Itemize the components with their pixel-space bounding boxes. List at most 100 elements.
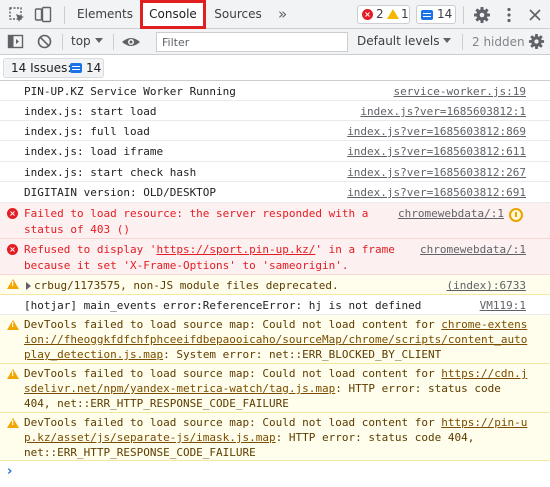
settings-gear-icon[interactable]	[473, 6, 491, 24]
message-text-part: DevTools failed to load source map: Coul…	[24, 416, 442, 429]
console-warning: DevTools failed to load source map: Coul…	[0, 364, 550, 413]
message-source-link[interactable]: VM119:1	[480, 298, 526, 314]
message-text: [hotjar] main_events error:ReferenceErro…	[24, 299, 422, 312]
message-url-link[interactable]: chrome-extens	[441, 318, 527, 331]
issues-message-icon	[70, 63, 82, 73]
prompt-chevron-icon[interactable]: ›	[7, 464, 12, 479]
toolbar-divider	[64, 6, 65, 24]
message-source-link[interactable]: chromewebdata/:1	[398, 206, 504, 222]
devtools-tab-bar: Elements Console Sources » × 2 1 14	[0, 0, 550, 29]
kebab-menu-icon[interactable]	[500, 6, 518, 24]
issues-counter[interactable]: 14	[416, 5, 456, 24]
issues-label: 14 Issues:	[11, 61, 72, 75]
warning-count: 1	[401, 7, 409, 21]
message-source-link[interactable]: index.js?ver=1685603812:691	[347, 185, 526, 201]
warning-icon	[7, 320, 19, 330]
clear-console-icon[interactable]	[36, 33, 53, 50]
message-text: PIN-UP.KZ Service Worker Running	[24, 85, 236, 98]
message-text-part: : HTTP error: status code	[335, 382, 501, 395]
message-url-link[interactable]: play_detection.js.map	[24, 348, 163, 361]
warning-icon	[387, 9, 399, 19]
filter-input[interactable]	[156, 32, 348, 52]
eye-icon[interactable]	[121, 34, 141, 50]
message-text: index.js: full load	[24, 125, 150, 138]
issues-count: 14	[86, 61, 102, 75]
message-text-part: : HTTP error: status code 404,	[275, 431, 475, 444]
message-text: Refused to display 'https://sport.pin-up…	[24, 242, 395, 258]
message-url-link[interactable]: p.kz/asset/js/separate-js/imask.js.map	[24, 431, 276, 444]
message-text: DevTools failed to load source map: Coul…	[24, 415, 527, 431]
error-icon: ×	[7, 244, 18, 255]
message-url-link[interactable]: https://sport.pin-up.kz/	[156, 243, 315, 256]
toolbar-divider	[62, 34, 63, 50]
issues-count: 14	[437, 7, 453, 21]
sidebar-toggle-icon[interactable]	[7, 33, 24, 50]
message-text-part: DevTools failed to load source map: Coul…	[24, 367, 442, 380]
message-source-link[interactable]: index.js?ver=1685603812:1	[360, 104, 526, 120]
console-warning: DevTools failed to load source map: Coul…	[0, 315, 550, 364]
message-text-continued: 404, net::ERR_HTTP_RESPONSE_CODE_FAILURE	[24, 397, 289, 410]
message-url-link[interactable]: sdelivr.net/npm/yandex-metrica-watch/tag…	[24, 382, 335, 395]
log-levels-dropdown[interactable]: Default levels	[357, 34, 452, 48]
context-selector-label: top	[71, 34, 91, 48]
message-text: DIGITAIN version: OLD/DESKTOP	[24, 186, 217, 199]
message-text-part: Refused to display '	[24, 243, 157, 256]
error-count: 2	[376, 7, 384, 21]
error-icon: ×	[362, 9, 373, 20]
console-message: index.js: load iframe index.js?ver=16856…	[0, 141, 550, 162]
console-messages: PIN-UP.KZ Service Worker Running service…	[0, 81, 550, 487]
console-message: DIGITAIN version: OLD/DESKTOP index.js?v…	[0, 182, 550, 203]
tab-elements[interactable]: Elements	[74, 0, 136, 29]
console-message: index.js: full load index.js?ver=1685603…	[0, 121, 550, 141]
expand-triangle-icon[interactable]	[26, 282, 31, 290]
device-toolbar-icon[interactable]	[34, 6, 52, 24]
toolbar-divider	[462, 34, 463, 50]
clock-icon[interactable]	[509, 208, 523, 222]
more-tabs-icon[interactable]: »	[278, 0, 287, 29]
warning-icon	[7, 418, 19, 428]
message-text-continued: because it set 'X-Frame-Options' to 'sam…	[24, 259, 349, 272]
message-text-continued: play_detection.js.map: System error: net…	[24, 347, 441, 363]
message-source-link[interactable]: index.js?ver=1685603812:267	[347, 165, 526, 181]
console-settings-gear-icon[interactable]	[528, 33, 545, 50]
warning-icon	[7, 369, 19, 379]
message-url-link[interactable]: https://pin-u	[441, 416, 527, 429]
message-text-part: DevTools failed to load source map: Coul…	[24, 318, 442, 331]
console-warning: crbug/1173575, non-JS module files depre…	[0, 275, 550, 295]
chevron-down-icon	[443, 38, 452, 43]
message-text-continued: p.kz/asset/js/separate-js/imask.js.map: …	[24, 430, 474, 446]
console-message: PIN-UP.KZ Service Worker Running service…	[0, 81, 550, 101]
message-text-continued: status of 403 ()	[24, 223, 130, 236]
message-text-continued: net::ERR_HTTP_RESPONSE_CODE_FAILURE	[24, 446, 256, 459]
toolbar-divider	[113, 34, 114, 50]
message-source-link[interactable]: index.js?ver=1685603812:869	[347, 124, 526, 140]
console-error: × Failed to load resource: the server re…	[0, 203, 550, 239]
message-text: index.js: start check hash	[24, 166, 197, 179]
close-icon[interactable]	[526, 6, 544, 24]
chevron-down-icon	[94, 38, 103, 43]
issues-message-icon	[421, 10, 433, 20]
hidden-messages-count: 2 hidden	[472, 35, 525, 49]
message-text: index.js: start load	[24, 105, 157, 118]
tab-sources[interactable]: Sources	[210, 0, 266, 29]
message-source-link[interactable]: (index):6733	[447, 278, 526, 294]
message-text: Failed to load resource: the server resp…	[24, 207, 369, 220]
context-selector[interactable]: top	[71, 34, 103, 48]
message-text: index.js: load iframe	[24, 145, 164, 158]
message-source-link[interactable]: chromewebdata/:1	[420, 242, 526, 258]
console-warning: DevTools failed to load source map: Coul…	[0, 413, 550, 461]
console-message: [hotjar] main_events error:ReferenceErro…	[0, 295, 550, 315]
message-source-link[interactable]: service-worker.js:19	[394, 84, 526, 100]
tab-console[interactable]: Console	[140, 0, 206, 29]
console-toolbar: top Default levels 2 hidden	[0, 29, 550, 55]
inspect-icon[interactable]	[8, 6, 26, 24]
message-source-link[interactable]: index.js?ver=1685603812:611	[347, 144, 526, 160]
console-message: index.js: start load index.js?ver=168560…	[0, 101, 550, 121]
message-text-continued: sdelivr.net/npm/yandex-metrica-watch/tag…	[24, 381, 501, 397]
error-warning-counter[interactable]: × 2 1	[357, 5, 410, 24]
message-url-link[interactable]: https://cdn.j	[441, 367, 527, 380]
message-text-part: : System error: net::ERR_BLOCKED_BY_CLIE…	[163, 348, 442, 361]
message-url-link[interactable]: ion://fheoggkfdfchfphceeifdbepaooicaho/s…	[24, 332, 527, 348]
issues-button[interactable]: 14 Issues: 14	[3, 58, 104, 78]
message-text: DevTools failed to load source map: Coul…	[24, 317, 527, 333]
